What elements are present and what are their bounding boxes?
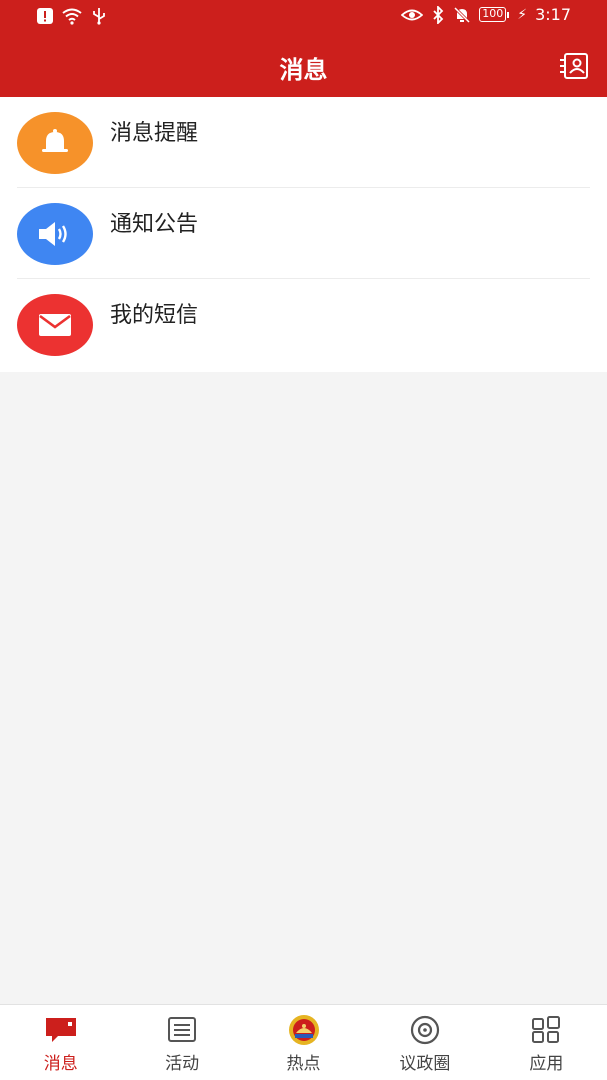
circle-icon [408,1015,442,1045]
wifi-icon [62,8,82,25]
tab-activities[interactable]: 活动 [121,1005,242,1080]
page-title: 消息 [279,55,328,84]
tab-messages[interactable]: 消息 [0,1005,121,1080]
status-time: 3:17 [535,5,571,24]
battery-indicator: 100 [479,7,510,22]
apps-grid-icon [529,1015,563,1045]
mute-bell-icon [454,6,471,23]
status-right-icons: 100 ⚡ 3:17 [401,5,571,24]
reminder-avatar [17,112,93,174]
tab-label: 议政圈 [399,1054,451,1074]
list-item-announcements[interactable]: 通知公告 [0,188,607,279]
tab-label: 应用 [529,1054,564,1074]
message-icon [44,1015,78,1045]
eye-icon [401,9,424,20]
usb-icon [93,8,105,25]
list-item-reminders[interactable]: 消息提醒 [0,97,607,188]
contacts-button[interactable] [559,52,589,80]
list-item-label: 通知公告 [110,212,199,237]
status-bar: 100 ⚡ 3:17 [0,0,607,34]
list-item-sms[interactable]: 我的短信 [0,279,607,370]
tab-label: 活动 [165,1054,200,1074]
battery-tip [507,11,510,18]
tab-apps[interactable]: 应用 [486,1005,607,1080]
bell-icon [42,129,68,152]
list-item-label: 我的短信 [110,303,199,328]
alert-icon [37,8,53,24]
list-item-label: 消息提醒 [110,121,199,146]
sms-avatar [17,294,93,356]
charging-icon: ⚡ [517,6,528,23]
envelope-icon [39,314,71,336]
message-category-list: 消息提醒 通知公告 我的短信 [0,97,607,372]
tab-label: 消息 [43,1054,78,1074]
speaker-icon [39,222,67,246]
tab-discussion-circle[interactable]: 议政圈 [364,1005,485,1080]
tab-hotspot[interactable]: 热点 [243,1005,364,1080]
activity-list-icon [165,1015,199,1045]
bottom-tab-bar: 消息 活动 热点 议政圈 应用 [0,1004,607,1080]
bluetooth-icon [433,5,444,24]
app-header: 消息 [0,34,607,97]
status-left-icons [36,7,108,25]
tab-label: 热点 [286,1054,321,1074]
emblem-icon [287,1015,321,1045]
announcement-avatar [17,203,93,265]
battery-level: 100 [479,7,507,22]
